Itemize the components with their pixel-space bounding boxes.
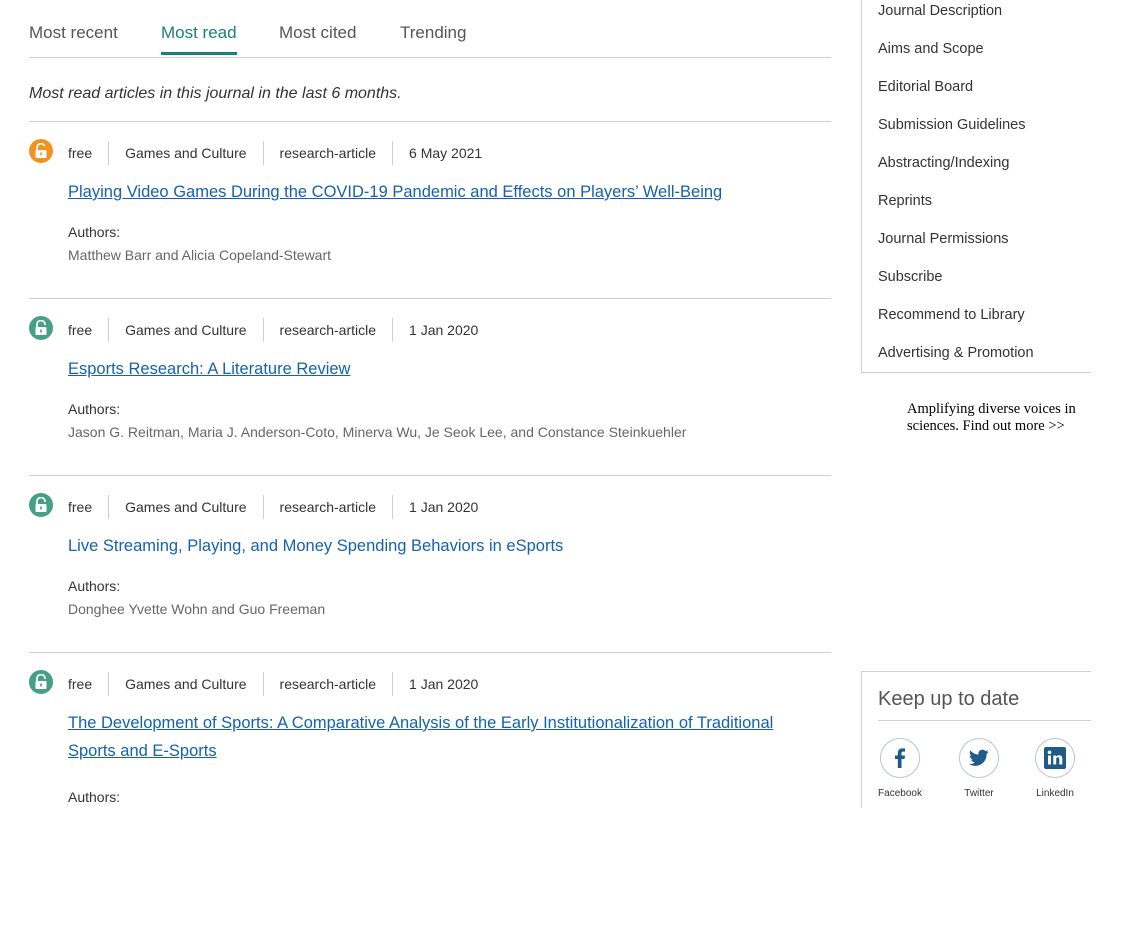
lock-open-icon	[29, 670, 53, 694]
authors-label: Authors:	[68, 578, 121, 594]
tab-most-recent[interactable]: Most recent	[29, 23, 118, 55]
article-item: free Games and Culture research-article …	[29, 476, 831, 653]
article-title-link[interactable]: Playing Video Games During the COVID-19 …	[68, 178, 808, 206]
keep-up-to-date-panel: Keep up to date Facebook Twitter LinkedI…	[861, 671, 1091, 808]
article-title-link[interactable]: Esports Research: A Literature Review	[68, 355, 808, 383]
authors-label: Authors:	[68, 224, 121, 240]
nav-subscribe[interactable]: Subscribe	[878, 269, 942, 285]
authors-list: Jason G. Reitman, Maria J. Anderson-Coto…	[68, 424, 687, 440]
journal-nav: Journal Description Aims and Scope Edito…	[861, 0, 1091, 373]
publish-date: 1 Jan 2020	[392, 495, 494, 519]
lock-open-icon	[29, 316, 53, 340]
journal-name: Games and Culture	[108, 672, 262, 696]
journal-name: Games and Culture	[108, 318, 262, 342]
tab-description: Most read articles in this journal in th…	[29, 58, 831, 122]
access-badge: free	[68, 499, 93, 515]
article-type: research-article	[262, 495, 392, 519]
linkedin-link[interactable]: LinkedIn	[1025, 738, 1085, 799]
nav-submission-guidelines[interactable]: Submission Guidelines	[878, 117, 1026, 133]
nav-aims-and-scope[interactable]: Aims and Scope	[878, 41, 984, 57]
tab-most-cited[interactable]: Most cited	[279, 23, 356, 55]
tab-trending[interactable]: Trending	[400, 23, 466, 55]
nav-recommend-to-library[interactable]: Recommend to Library	[878, 307, 1025, 323]
authors-list: Donghee Yvette Wohn and Guo Freeman	[68, 601, 326, 617]
publish-date: 1 Jan 2020	[392, 318, 494, 342]
twitter-link[interactable]: Twitter	[949, 738, 1009, 799]
article-tabs: Most recent Most read Most cited Trendin…	[29, 0, 831, 58]
tab-most-read[interactable]: Most read	[161, 23, 237, 55]
nav-journal-description[interactable]: Journal Description	[878, 3, 1002, 19]
journal-name: Games and Culture	[108, 495, 262, 519]
publish-date: 1 Jan 2020	[392, 672, 494, 696]
facebook-link[interactable]: Facebook	[870, 738, 930, 799]
access-badge: free	[68, 145, 93, 161]
main-content: Most recent Most read Most cited Trendin…	[29, 0, 831, 853]
nav-journal-permissions[interactable]: Journal Permissions	[878, 231, 1009, 247]
lock-open-icon	[29, 493, 53, 517]
promo-link[interactable]: Amplifying diverse voices in sciences. F…	[907, 401, 1097, 435]
article-type: research-article	[262, 672, 392, 696]
article-item: free Games and Culture research-article …	[29, 299, 831, 476]
article-title-link[interactable]: The Development of Sports: A Comparative…	[68, 709, 808, 765]
nav-abstracting-indexing[interactable]: Abstracting/Indexing	[878, 155, 1009, 171]
publish-date: 6 May 2021	[392, 141, 498, 165]
nav-advertising-promotion[interactable]: Advertising & Promotion	[878, 345, 1034, 361]
divider	[878, 720, 1091, 721]
access-badge: free	[68, 676, 93, 692]
journal-name: Games and Culture	[108, 141, 262, 165]
linkedin-label: LinkedIn	[1036, 788, 1074, 799]
article-type: research-article	[262, 141, 392, 165]
lock-open-icon	[29, 139, 53, 163]
facebook-label: Facebook	[878, 788, 922, 799]
twitter-label: Twitter	[964, 788, 994, 799]
article-type: research-article	[262, 318, 392, 342]
nav-editorial-board[interactable]: Editorial Board	[878, 79, 973, 95]
article-item: free Games and Culture research-article …	[29, 653, 831, 853]
authors-list: Matthew Barr and Alicia Copeland-Stewart	[68, 247, 332, 263]
article-item: free Games and Culture research-article …	[29, 122, 831, 299]
promo-line-2: sciences. Find out more >>	[907, 418, 1065, 434]
promo-line-1: Amplifying diverse voices in	[907, 401, 1076, 417]
nav-reprints[interactable]: Reprints	[878, 193, 932, 209]
linkedin-icon	[1035, 738, 1075, 778]
authors-label: Authors:	[68, 401, 121, 417]
twitter-icon	[959, 738, 999, 778]
sidebar: Journal Description Aims and Scope Edito…	[861, 0, 1091, 808]
facebook-icon	[880, 738, 920, 778]
keep-up-title: Keep up to date	[878, 688, 1020, 710]
access-badge: free	[68, 322, 93, 338]
article-title-link[interactable]: Live Streaming, Playing, and Money Spend…	[68, 532, 808, 560]
authors-label: Authors:	[68, 789, 121, 805]
